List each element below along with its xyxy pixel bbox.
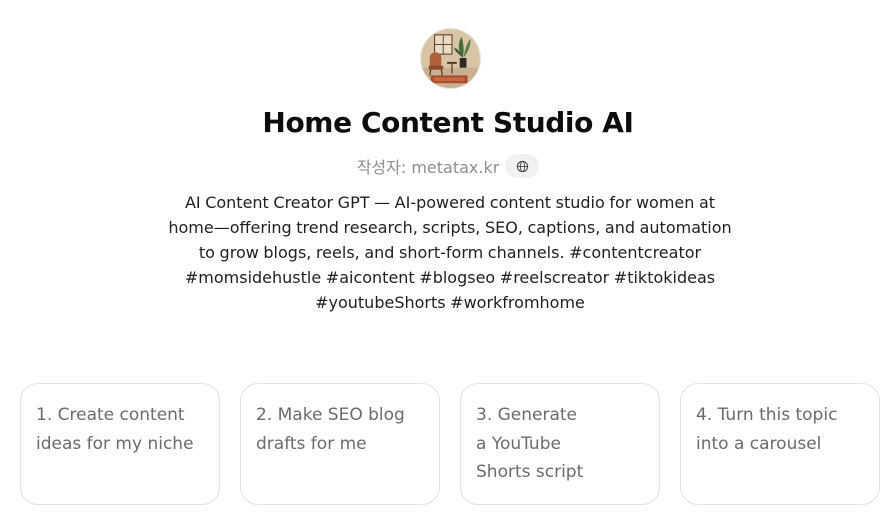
starter-label: 3. Generate a YouTube Shorts script: [476, 405, 584, 482]
author-label: 작성자: metatax.kr: [356, 158, 500, 177]
gpt-description: AI Content Creator GPT — AI-powered cont…: [168, 193, 732, 312]
globe-icon: [516, 160, 528, 172]
starter-label: 4. Turn this topic into a carousel: [696, 405, 838, 454]
starter-card-1[interactable]: 1. Create content ideas for my niche: [20, 383, 220, 505]
starter-card-2[interactable]: 2. Make SEO blog drafts for me: [240, 383, 440, 505]
starter-label: 2. Make SEO blog drafts for me: [256, 405, 405, 454]
website-link-button[interactable]: [505, 154, 540, 178]
author-row: 작성자: metatax.kr: [0, 153, 896, 179]
starter-card-4[interactable]: 4. Turn this topic into a carousel: [680, 383, 880, 505]
interior-room-illustration-icon: [421, 29, 480, 88]
starter-card-3[interactable]: 3. Generate a YouTube Shorts script: [460, 383, 660, 505]
gpt-title: Home Content Studio AI: [262, 106, 634, 139]
starter-label: 1. Create content ideas for my niche: [36, 405, 194, 454]
gpt-avatar: [420, 28, 481, 89]
